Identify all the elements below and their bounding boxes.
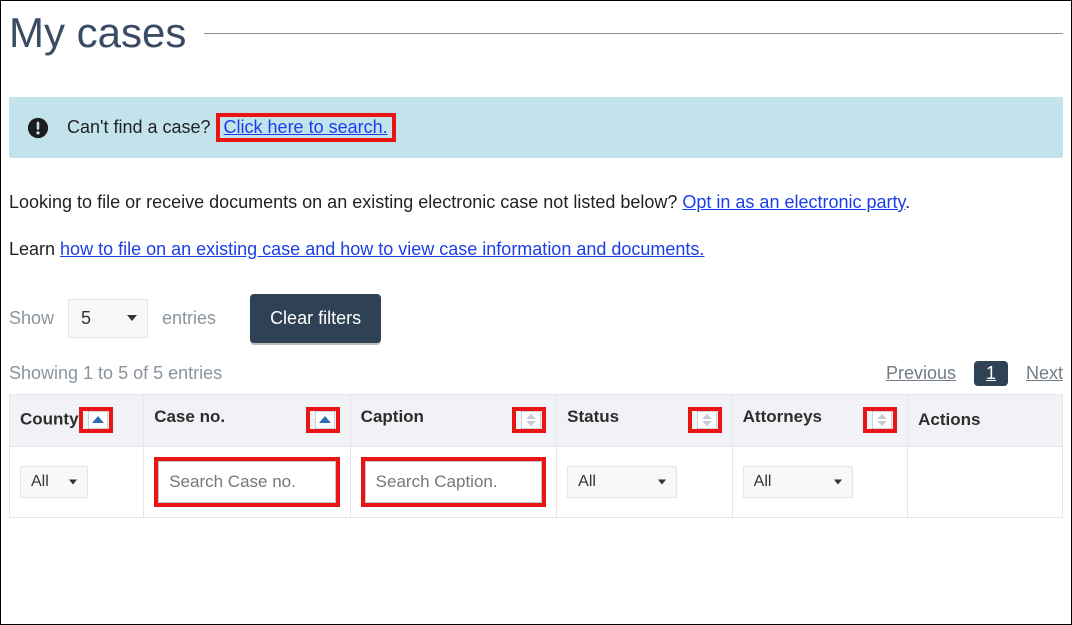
filter-actions-cell xyxy=(908,446,1063,517)
filter-caseno-input[interactable] xyxy=(158,461,335,503)
caret-down-icon xyxy=(834,479,842,484)
sort-attorneys-highlight xyxy=(863,407,897,433)
table-filter-row: All All xyxy=(10,446,1063,517)
table-header-row: County Case no. Caption Status Attorneys xyxy=(10,394,1063,446)
pager-next[interactable]: Next xyxy=(1026,363,1063,384)
caret-down-icon xyxy=(69,479,77,484)
filter-caseno-highlight xyxy=(154,457,339,507)
pager-previous[interactable]: Previous xyxy=(886,363,956,384)
col-header-caseno[interactable]: Case no. xyxy=(144,394,350,446)
entries-label: entries xyxy=(162,308,216,329)
sort-county-highlight xyxy=(79,407,113,433)
sort-both-icon[interactable] xyxy=(872,411,892,429)
caret-down-icon xyxy=(127,315,137,321)
col-county-label: County xyxy=(20,410,79,429)
caret-down-icon xyxy=(658,479,666,484)
search-cases-link[interactable]: Click here to search. xyxy=(224,117,388,137)
col-header-attorneys[interactable]: Attorneys xyxy=(732,394,908,446)
sort-asc-icon[interactable] xyxy=(88,411,108,429)
para2-text: Learn xyxy=(9,239,60,259)
col-actions-label: Actions xyxy=(918,410,980,429)
filter-caption-input[interactable] xyxy=(365,461,542,503)
exclamation-icon xyxy=(27,117,49,139)
filter-attorneys-select[interactable]: All xyxy=(743,466,853,498)
filter-caption-highlight xyxy=(361,457,546,507)
notice-link-highlight: Click here to search. xyxy=(216,113,396,142)
learn-link[interactable]: how to file on an existing case and how … xyxy=(60,239,704,259)
entries-value: 5 xyxy=(81,308,91,329)
title-divider xyxy=(204,33,1063,34)
col-caption-label: Caption xyxy=(361,407,424,426)
entries-select[interactable]: 5 xyxy=(68,299,148,338)
sort-status-highlight xyxy=(688,407,722,433)
page-title: My cases xyxy=(9,9,186,57)
col-header-county[interactable]: County xyxy=(10,394,144,446)
para1-suffix: . xyxy=(905,192,910,212)
info-notice: Can't find a case? Click here to search. xyxy=(9,97,1063,158)
pager-page-1[interactable]: 1 xyxy=(974,361,1008,386)
col-status-label: Status xyxy=(567,407,619,426)
filter-status-value: All xyxy=(578,473,596,491)
sort-both-icon[interactable] xyxy=(697,411,717,429)
sort-both-icon[interactable] xyxy=(521,411,541,429)
show-label: Show xyxy=(9,308,54,329)
sort-asc-icon[interactable] xyxy=(315,411,335,429)
sort-caption-highlight xyxy=(512,407,546,433)
filter-status-select[interactable]: All xyxy=(567,466,677,498)
clear-filters-button[interactable]: Clear filters xyxy=(250,294,381,343)
showing-info: Showing 1 to 5 of 5 entries xyxy=(9,363,222,384)
col-header-status[interactable]: Status xyxy=(557,394,733,446)
col-attorneys-label: Attorneys xyxy=(743,407,822,426)
para1-text: Looking to file or receive documents on … xyxy=(9,192,682,212)
filter-county-value: All xyxy=(31,473,49,491)
col-header-actions: Actions xyxy=(908,394,1063,446)
col-header-caption[interactable]: Caption xyxy=(350,394,556,446)
cases-table: County Case no. Caption Status Attorneys xyxy=(9,394,1063,518)
filter-county-select[interactable]: All xyxy=(20,466,88,498)
filter-attorneys-value: All xyxy=(754,473,772,491)
notice-prefix: Can't find a case? xyxy=(67,117,211,137)
opt-in-link[interactable]: Opt in as an electronic party xyxy=(682,192,905,212)
sort-caseno-highlight xyxy=(306,407,340,433)
col-caseno-label: Case no. xyxy=(154,407,225,426)
pager: Previous 1 Next xyxy=(886,361,1063,386)
